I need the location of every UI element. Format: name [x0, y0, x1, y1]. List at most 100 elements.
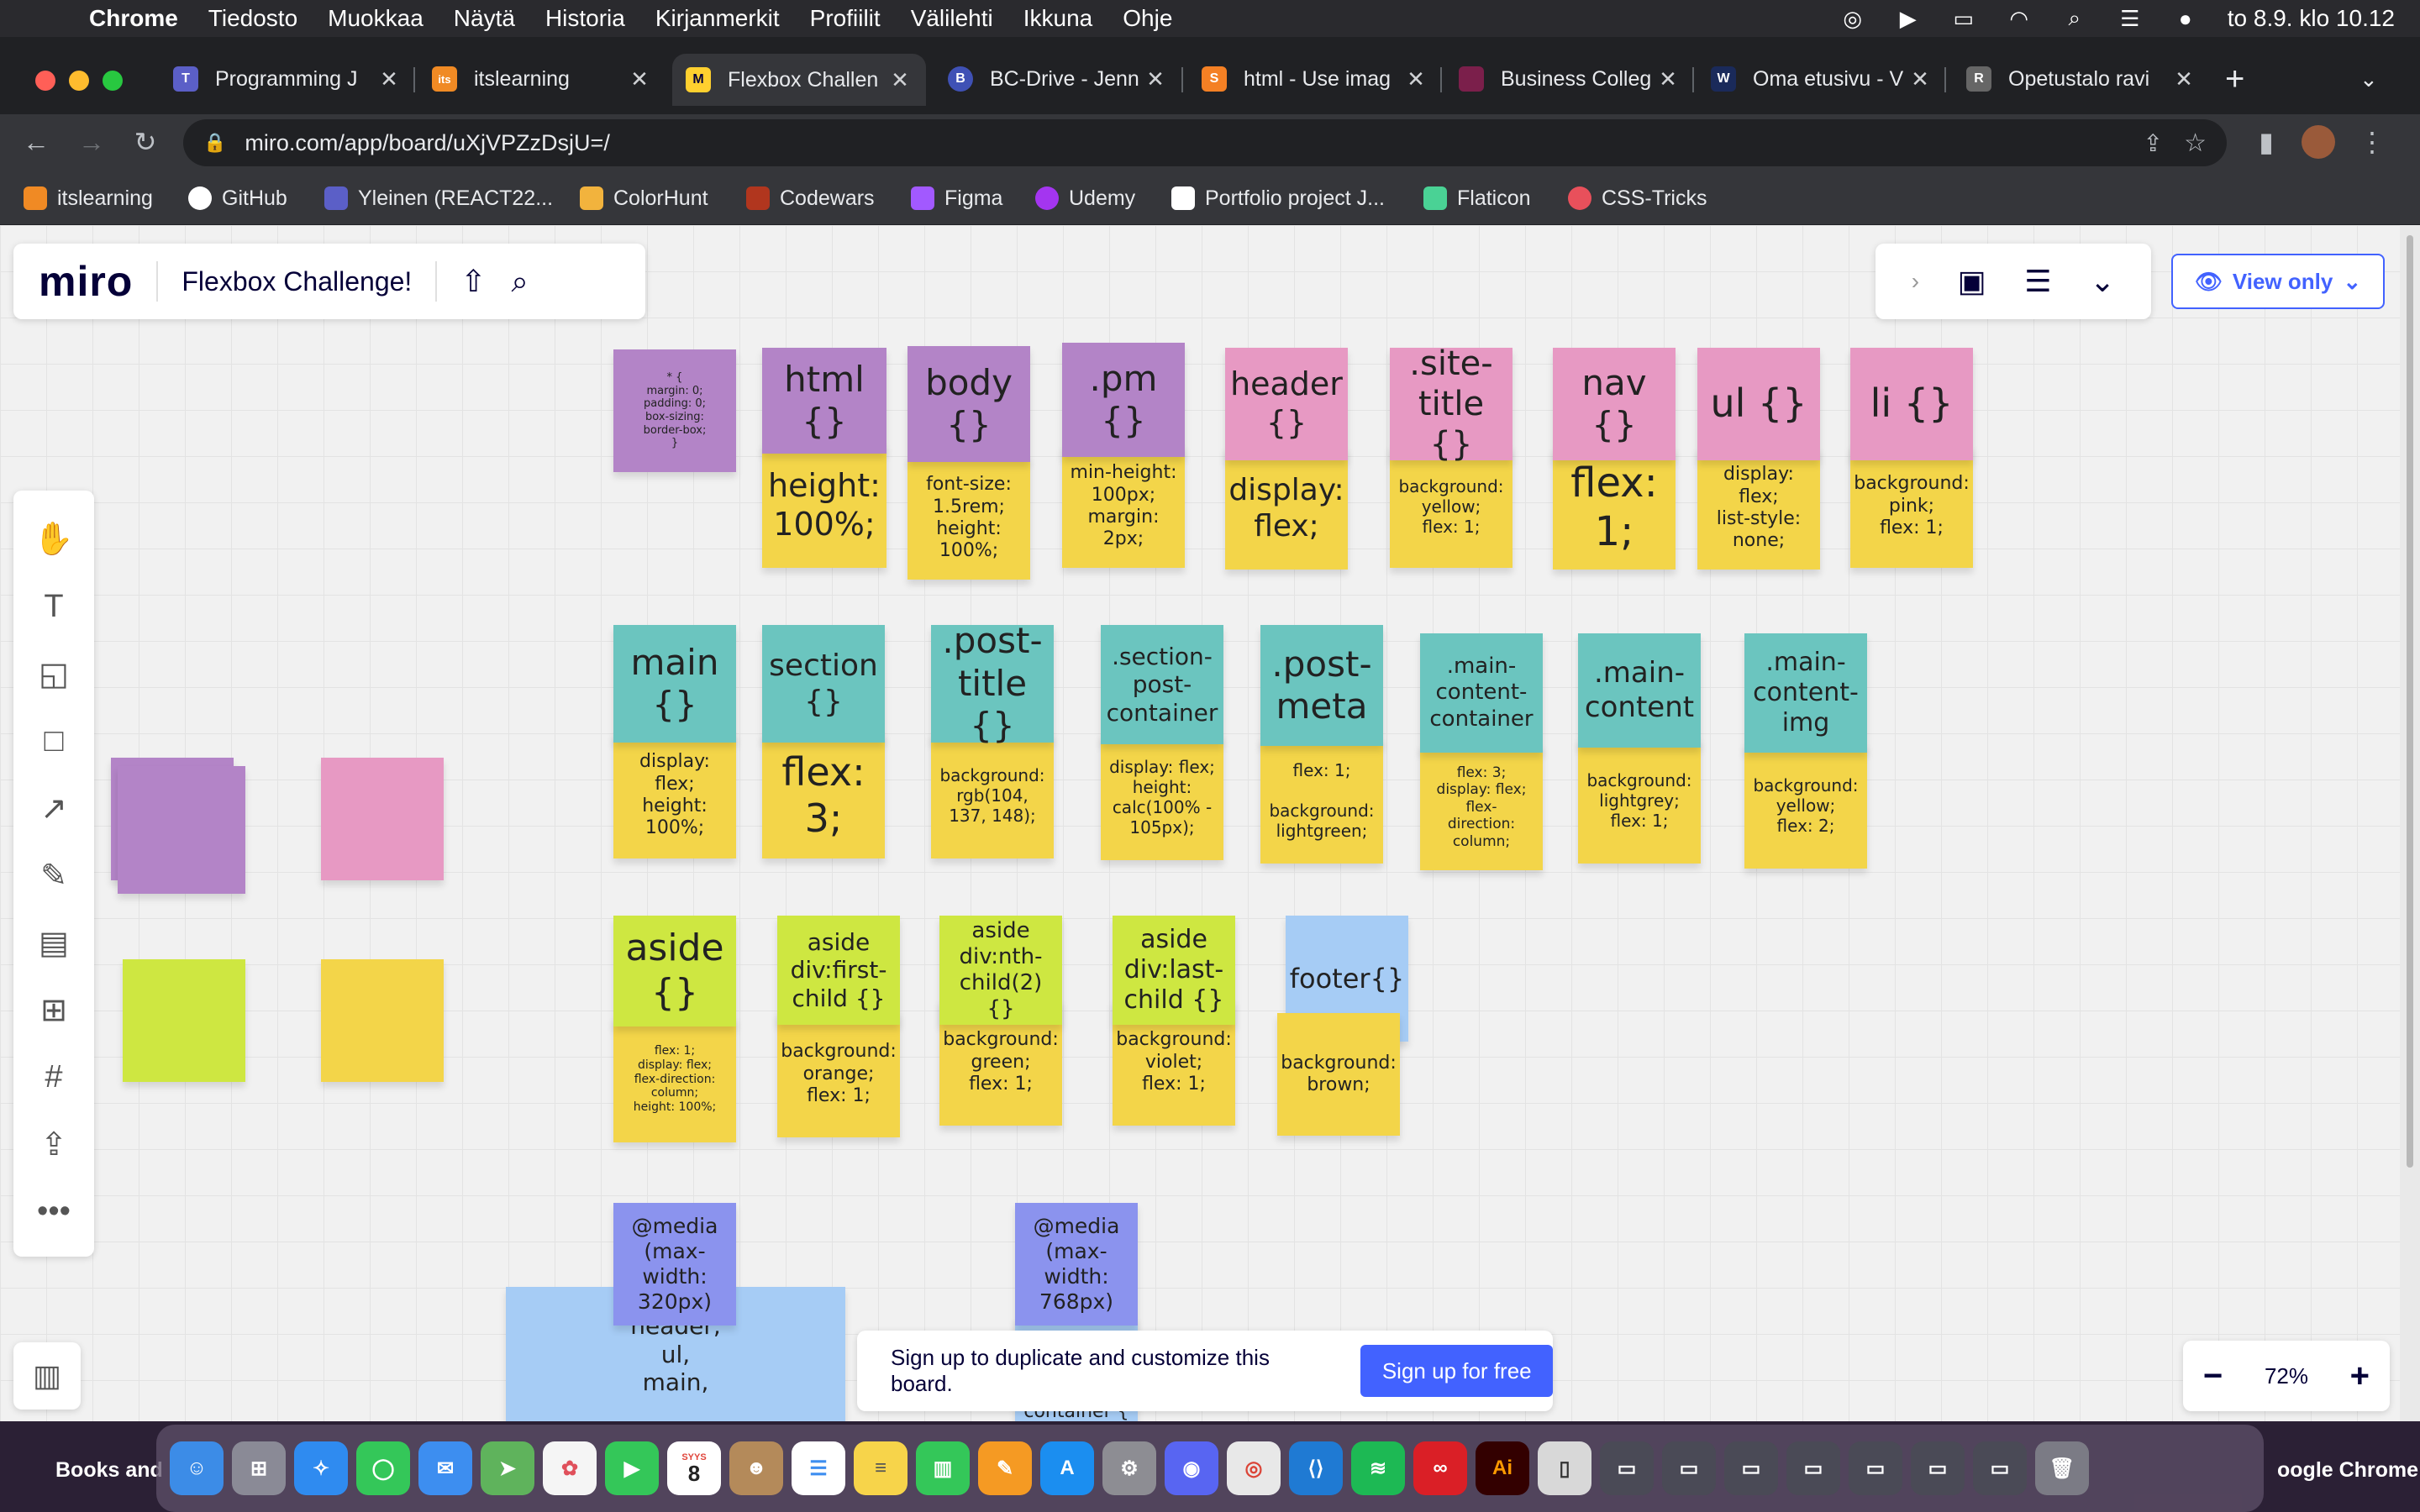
battery-icon[interactable]: ▭	[1950, 6, 1977, 31]
sticky-note-media-768[interactable]: @media (max-width: 768px)	[1015, 1203, 1138, 1326]
bookmark-yleinen[interactable]: Yleinen (REACT22...	[324, 181, 553, 215]
new-tab-button[interactable]: +	[2225, 57, 2259, 101]
text-tool-icon[interactable]: T	[29, 581, 79, 632]
menu-item-view[interactable]: Näytä	[454, 5, 515, 32]
close-tab-icon[interactable]: ✕	[1907, 66, 1933, 92]
menu-item-bookmarks[interactable]: Kirjanmerkit	[655, 5, 780, 32]
chrome-icon[interactable]: ◎	[1227, 1441, 1281, 1495]
tab-bc-drive[interactable]: B BC-Drive - Jenn ✕	[948, 57, 1168, 101]
sticky-note-section-post-container-selector[interactable]: .section- post- container	[1101, 625, 1223, 744]
facetime-icon[interactable]: ▶	[605, 1441, 659, 1495]
board-vertical-scrollbar[interactable]	[2400, 225, 2420, 1421]
more-tools-icon[interactable]: •••	[29, 1186, 79, 1236]
menu-item-window[interactable]: Ikkuna	[1023, 5, 1093, 32]
close-tab-icon[interactable]: ✕	[1143, 66, 1168, 92]
recent-window-thumbnail-7[interactable]: ▭	[1973, 1441, 2027, 1495]
sticky-note-main-content-rule[interactable]: background: lightgrey; flex: 1;	[1578, 738, 1701, 864]
expand-chevron-icon[interactable]: ›	[1912, 268, 1919, 295]
export-icon[interactable]: ⇧	[460, 264, 486, 299]
sticky-note-empty-pink[interactable]	[321, 758, 444, 880]
sticky-note-li-selector[interactable]: li {}	[1850, 348, 1973, 460]
sticky-note-empty-purple-stack[interactable]	[118, 766, 245, 894]
sticky-note-tool-icon[interactable]: ◱	[29, 648, 79, 699]
sticky-note-main-selector[interactable]: main {}	[613, 625, 736, 743]
sticky-note-site-title-selector[interactable]: .site- title {}	[1390, 344, 1512, 464]
system-settings-icon[interactable]: ⚙	[1102, 1441, 1156, 1495]
sticky-note-empty-lime[interactable]	[123, 959, 245, 1082]
maps-icon[interactable]: ➤	[481, 1441, 534, 1495]
presentation-icon[interactable]: ▣	[1958, 264, 1986, 299]
recent-window-thumbnail-5[interactable]: ▭	[1849, 1441, 1902, 1495]
recent-window-thumbnail-3[interactable]: ▭	[1724, 1441, 1778, 1495]
sticky-note-footer-rule[interactable]: background: brown;	[1277, 1013, 1400, 1136]
tab-search-chevron-icon[interactable]: ⌄	[2360, 57, 2393, 101]
sticky-note-ul-rule[interactable]: display: flex; list-style: none;	[1697, 447, 1820, 570]
sticky-note-header-selector[interactable]: header {}	[1225, 348, 1348, 460]
board-panel-toggle-icon[interactable]: ▥	[13, 1342, 81, 1410]
close-tab-icon[interactable]: ✕	[2171, 66, 2196, 92]
menu-item-file[interactable]: Tiedosto	[208, 5, 297, 32]
contacts-icon[interactable]: ☻	[729, 1441, 783, 1495]
bookmark-css-tricks[interactable]: CSS-Tricks	[1568, 181, 1707, 215]
launchpad-icon[interactable]: ⊞	[232, 1441, 286, 1495]
bookmark-portfolio[interactable]: Portfolio project J...	[1171, 181, 1385, 215]
window-close-button[interactable]	[35, 71, 55, 91]
close-tab-icon[interactable]: ✕	[1655, 66, 1681, 92]
side-panel-icon[interactable]: ▮	[2247, 123, 2286, 161]
photos-icon[interactable]: ✿	[543, 1441, 597, 1495]
url-text[interactable]: miro.com/app/board/uXjVPZzDsjU=/	[245, 130, 609, 156]
comment-tool-icon[interactable]: ▤	[29, 917, 79, 968]
apple-menu-icon[interactable]	[30, 2, 64, 35]
tab-programming[interactable]: T Programming J ✕	[173, 57, 402, 101]
frame-tool-icon[interactable]: #	[29, 1052, 79, 1102]
sticky-note-main-rule[interactable]: display: flex; height: 100%;	[613, 732, 736, 858]
reminders-icon[interactable]: ☰	[792, 1441, 845, 1495]
tab-oma-etusivu[interactable]: W Oma etusivu - V ✕	[1711, 57, 1933, 101]
archive-file-icon[interactable]: ▯	[1538, 1441, 1591, 1495]
finder-icon[interactable]: ☺	[170, 1441, 224, 1495]
sticky-note-section-selector[interactable]: section {}	[762, 625, 885, 743]
control-center-icon[interactable]: ☰	[2117, 6, 2144, 31]
trash-icon[interactable]: 🗑	[2035, 1441, 2089, 1495]
profile-avatar[interactable]	[2299, 123, 2338, 161]
tab-itslearning[interactable]: its itslearning ✕	[432, 57, 652, 101]
sticky-note-main-content-container-selector[interactable]: .main- content- container	[1420, 633, 1543, 753]
tab-opetustalo[interactable]: R Opetustalo ravi ✕	[1966, 57, 2196, 101]
menu-item-history[interactable]: Historia	[545, 5, 625, 32]
bookmark-flaticon[interactable]: Flaticon	[1423, 181, 1531, 215]
close-tab-icon[interactable]: ✕	[627, 66, 652, 92]
sticky-note-ul-selector[interactable]: ul {}	[1697, 348, 1820, 460]
window-minimize-button[interactable]	[69, 71, 89, 91]
back-arrow-icon[interactable]: ←	[17, 123, 55, 161]
sticky-note-li-rule[interactable]: background: pink; flex: 1;	[1850, 445, 1973, 568]
lock-icon[interactable]: 🔒	[203, 132, 226, 154]
zoom-out-button[interactable]: −	[2203, 1357, 2223, 1395]
mail-icon[interactable]: ✉	[418, 1441, 472, 1495]
notes-icon[interactable]: ≡	[854, 1441, 908, 1495]
miro-logo[interactable]: miro	[39, 257, 133, 306]
tab-stackoverflow[interactable]: S html - Use imag ✕	[1202, 57, 1428, 101]
sticky-note-empty-yellow[interactable]	[321, 959, 444, 1082]
discord-icon[interactable]: ◉	[1165, 1441, 1218, 1495]
sticky-note-aside-selector[interactable]: aside {}	[613, 916, 736, 1026]
sticky-note-aside-nth-child-selector[interactable]: aside div:nth- child(2) {}	[939, 916, 1062, 1025]
pages-icon[interactable]: ✎	[978, 1441, 1032, 1495]
bookmark-figma[interactable]: Figma	[911, 181, 1002, 215]
forward-arrow-icon[interactable]: →	[72, 123, 111, 161]
hand-tool-icon[interactable]: ✋	[29, 514, 79, 564]
shape-tool-icon[interactable]: □	[29, 716, 79, 766]
tab-flexbox-challenge[interactable]: M Flexbox Challen ✕	[672, 54, 926, 106]
bookmark-star-icon[interactable]: ☆	[2184, 129, 2207, 158]
calendar-icon[interactable]: SYYS 8	[667, 1441, 721, 1495]
tab-business-college[interactable]: Business Colleg ✕	[1459, 57, 1681, 101]
recent-window-thumbnail-2[interactable]: ▭	[1662, 1441, 1716, 1495]
sticky-note-aside-rule[interactable]: flex: 1; display: flex; flex-direction: …	[613, 1016, 736, 1142]
connector-arrow-tool-icon[interactable]: ↗	[29, 783, 79, 833]
safari-icon[interactable]: ✧	[294, 1441, 348, 1495]
sticky-note-pm-selector[interactable]: .pm {}	[1062, 343, 1185, 457]
creative-cloud-status-icon[interactable]: ◎	[1839, 6, 1866, 31]
board-title[interactable]: Flexbox Challenge!	[182, 266, 412, 297]
address-bar[interactable]: 🔒 miro.com/app/board/uXjVPZzDsjU=/ ⇪ ☆	[183, 119, 2227, 166]
window-zoom-button[interactable]	[103, 71, 123, 91]
sticky-note-pm-rule[interactable]: min-height: 100px; margin: 2px;	[1062, 445, 1185, 568]
